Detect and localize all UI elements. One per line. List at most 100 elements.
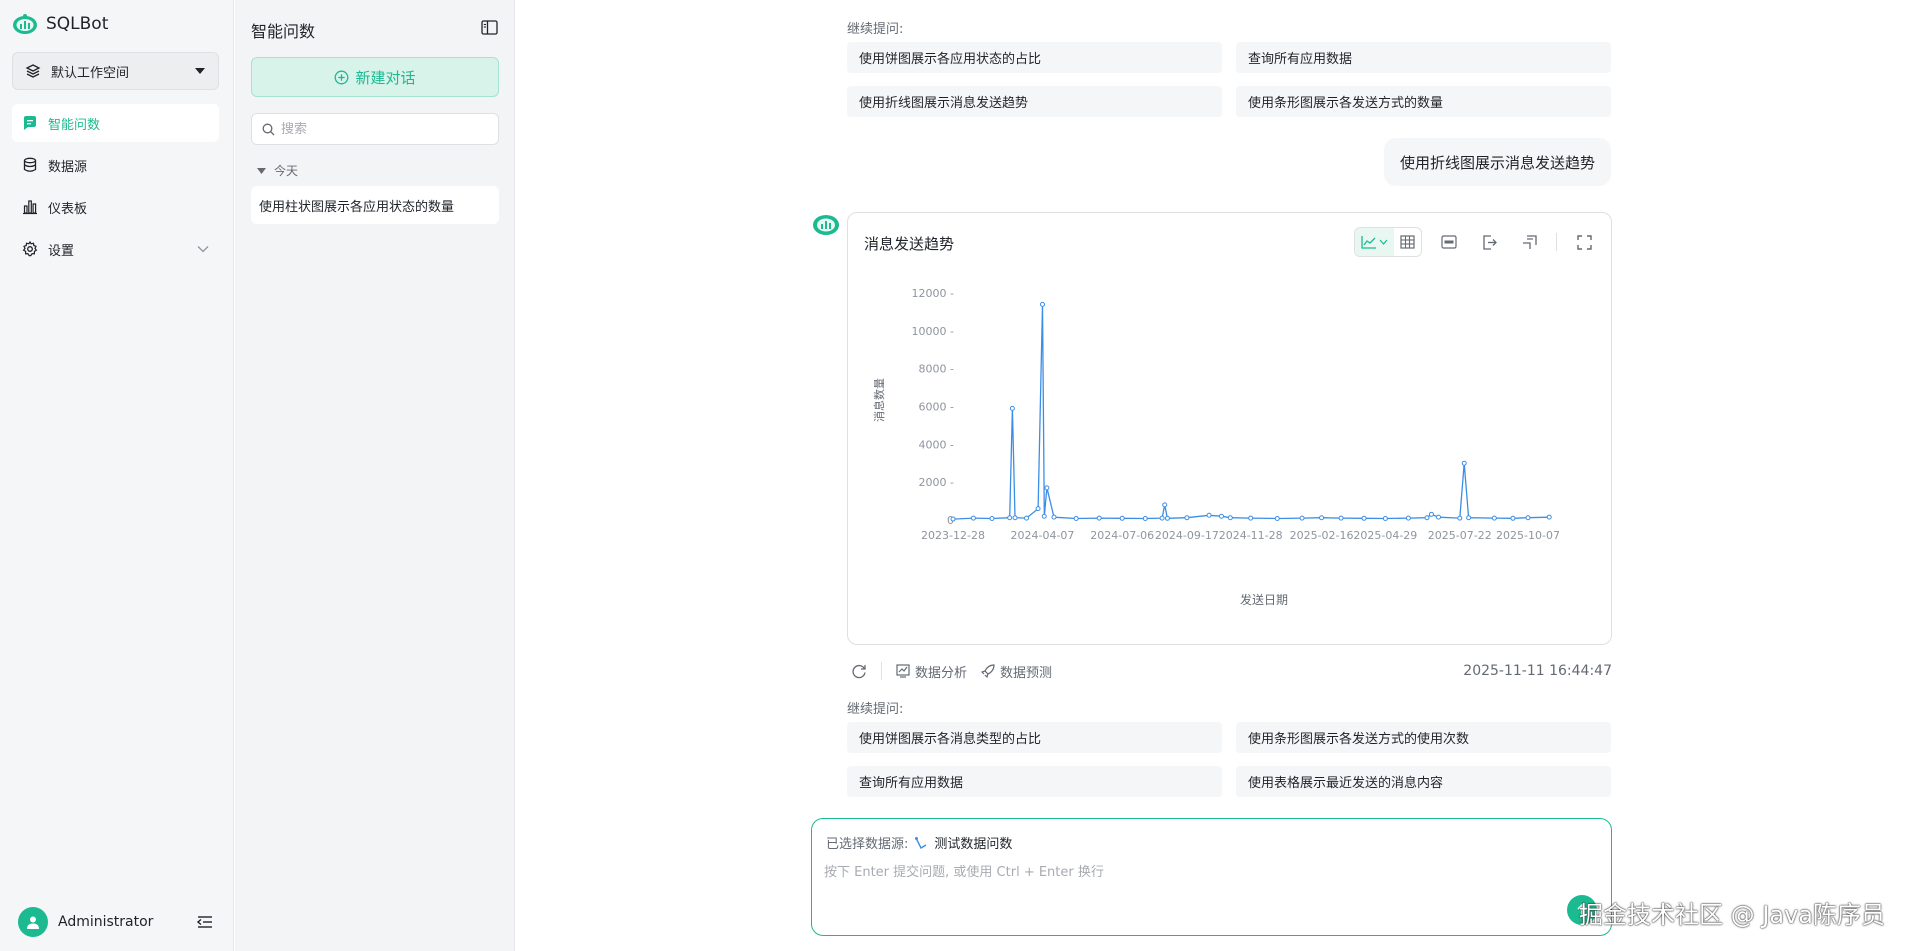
- y-tick-label: 8000 -: [919, 363, 954, 376]
- data-point[interactable]: [1051, 514, 1057, 520]
- collapse-menu-icon[interactable]: [197, 915, 213, 929]
- data-point[interactable]: [1044, 485, 1050, 491]
- data-point[interactable]: [989, 515, 995, 521]
- followup-chip[interactable]: 使用折线图展示消息发送趋势: [847, 86, 1222, 117]
- x-tick-label: 2025-10-07: [1496, 529, 1560, 542]
- line-chart: 02000 -4000 -6000 -8000 -10000 -12000 - …: [872, 287, 1560, 607]
- data-point[interactable]: [1206, 512, 1212, 518]
- new-chat-button[interactable]: 新建对话: [251, 57, 499, 97]
- followup-chip-text: 使用条形图展示各发送方式的使用次数: [1248, 732, 1470, 747]
- data-point[interactable]: [1466, 515, 1472, 521]
- data-point[interactable]: [1510, 515, 1516, 521]
- followup-chip[interactable]: 使用表格展示最近发送的消息内容: [1236, 766, 1611, 797]
- data-point[interactable]: [950, 516, 956, 522]
- data-point[interactable]: [1184, 515, 1190, 521]
- add-to-dashboard-button[interactable]: [1516, 229, 1542, 255]
- export-button[interactable]: [1476, 229, 1502, 255]
- data-point[interactable]: [1142, 515, 1148, 521]
- refresh-icon[interactable]: [851, 663, 867, 679]
- x-tick-label: 2025-02-16: [1290, 529, 1354, 542]
- chart-card: 消息发送趋势 0 2000 - 4000 - 6000 - 8000 - 100…: [847, 212, 1612, 645]
- x-tick-label: 2024-11-28: [1219, 529, 1283, 542]
- data-point[interactable]: [1248, 515, 1254, 521]
- data-analysis-button[interactable]: 数据分析: [896, 662, 967, 681]
- followup-chip[interactable]: 使用饼图展示各应用状态的占比: [847, 42, 1222, 73]
- followup-label-top: 继续提问:: [847, 22, 904, 37]
- data-point[interactable]: [1009, 405, 1015, 411]
- data-point[interactable]: [1299, 515, 1305, 521]
- followup-chip[interactable]: 使用饼图展示各消息类型的占比: [847, 722, 1222, 753]
- data-point[interactable]: [1274, 515, 1280, 521]
- data-point[interactable]: [1405, 515, 1411, 521]
- nav-item-datasource[interactable]: 数据源: [12, 146, 219, 184]
- data-point[interactable]: [1382, 515, 1388, 521]
- toolbar-divider: [1556, 233, 1557, 251]
- data-point[interactable]: [970, 515, 976, 521]
- data-point[interactable]: [1338, 515, 1344, 521]
- data-point[interactable]: [1164, 515, 1170, 521]
- data-point[interactable]: [1073, 515, 1079, 521]
- followup-chip[interactable]: 使用条形图展示各发送方式的使用次数: [1236, 722, 1611, 753]
- bot-avatar-icon: [813, 215, 839, 235]
- chart-view-switch: [1354, 227, 1422, 257]
- followup-chip[interactable]: 查询所有应用数据: [847, 766, 1222, 797]
- question-input[interactable]: [824, 861, 1584, 921]
- data-point[interactable]: [1041, 513, 1047, 519]
- y-tick-label: 4000 -: [919, 438, 954, 451]
- data-point[interactable]: [1457, 515, 1463, 521]
- data-point[interactable]: [1007, 515, 1013, 521]
- workspace-label: 默认工作空间: [51, 65, 130, 81]
- add-to-dashboard-icon: [1522, 234, 1537, 249]
- data-point[interactable]: [1096, 515, 1102, 521]
- nav-item-dashboard[interactable]: 仪表板: [12, 188, 219, 226]
- search-input[interactable]: [281, 121, 481, 137]
- data-point[interactable]: [1361, 515, 1367, 521]
- data-point[interactable]: [1039, 301, 1045, 307]
- new-chat-label: 新建对话: [355, 68, 416, 87]
- group-today[interactable]: 今天: [257, 162, 298, 179]
- data-predict-label: 数据预测: [1000, 665, 1053, 681]
- followup-chip[interactable]: 使用条形图展示各发送方式的数量: [1236, 86, 1611, 117]
- chart-title: 消息发送趋势: [864, 235, 955, 253]
- data-point[interactable]: [1162, 502, 1168, 508]
- data-point[interactable]: [1525, 515, 1531, 521]
- chat-main: 继续提问: 使用饼图展示各应用状态的占比 查询所有应用数据 使用折线图展示消息发…: [516, 0, 1911, 951]
- data-point[interactable]: [1227, 515, 1233, 521]
- data-point[interactable]: [1436, 514, 1442, 520]
- series-line: [952, 304, 1550, 520]
- caret-down-icon: [195, 68, 205, 74]
- sidebar-toggle-icon[interactable]: [481, 20, 498, 35]
- data-predict-button[interactable]: 数据预测: [981, 662, 1052, 681]
- nav-item-smart-query[interactable]: 智能问数: [12, 104, 219, 142]
- table-view-button[interactable]: [1394, 228, 1421, 256]
- data-point[interactable]: [1546, 514, 1552, 520]
- followup-chip-text: 查询所有应用数据: [859, 776, 964, 791]
- data-point[interactable]: [1461, 460, 1467, 466]
- fullscreen-icon: [1576, 234, 1592, 250]
- data-point[interactable]: [1491, 515, 1497, 521]
- data-point[interactable]: [1319, 515, 1325, 521]
- user-profile[interactable]: Administrator: [18, 906, 213, 938]
- followup-chip[interactable]: 查询所有应用数据: [1236, 42, 1611, 73]
- selected-datasource[interactable]: 已选择数据源: 测试数据问数: [826, 833, 1012, 852]
- fullscreen-button[interactable]: [1571, 229, 1597, 255]
- nav-item-settings[interactable]: 设置: [12, 230, 219, 268]
- followup-chip-text: 使用饼图展示各应用状态的占比: [859, 52, 1042, 67]
- data-point[interactable]: [1012, 515, 1018, 521]
- sql-view-button[interactable]: [1436, 229, 1462, 255]
- data-point[interactable]: [1428, 511, 1434, 517]
- workspace-select[interactable]: 默认工作空间: [12, 52, 219, 90]
- line-chart-view-button[interactable]: [1355, 228, 1394, 256]
- brand[interactable]: SQLBot: [12, 10, 108, 38]
- data-point[interactable]: [1119, 515, 1125, 521]
- data-point[interactable]: [1424, 515, 1430, 521]
- data-point[interactable]: [1218, 513, 1224, 519]
- data-point[interactable]: [1024, 515, 1030, 521]
- conversation-item[interactable]: 使用柱状图展示各应用状态的数量: [251, 186, 499, 224]
- data-point[interactable]: [1035, 506, 1041, 512]
- data-point[interactable]: [1159, 515, 1165, 521]
- caret-down-icon: [257, 167, 266, 174]
- search-box[interactable]: [251, 113, 499, 145]
- followup-chip-text: 使用折线图展示消息发送趋势: [859, 96, 1029, 111]
- analysis-icon: [896, 664, 910, 678]
